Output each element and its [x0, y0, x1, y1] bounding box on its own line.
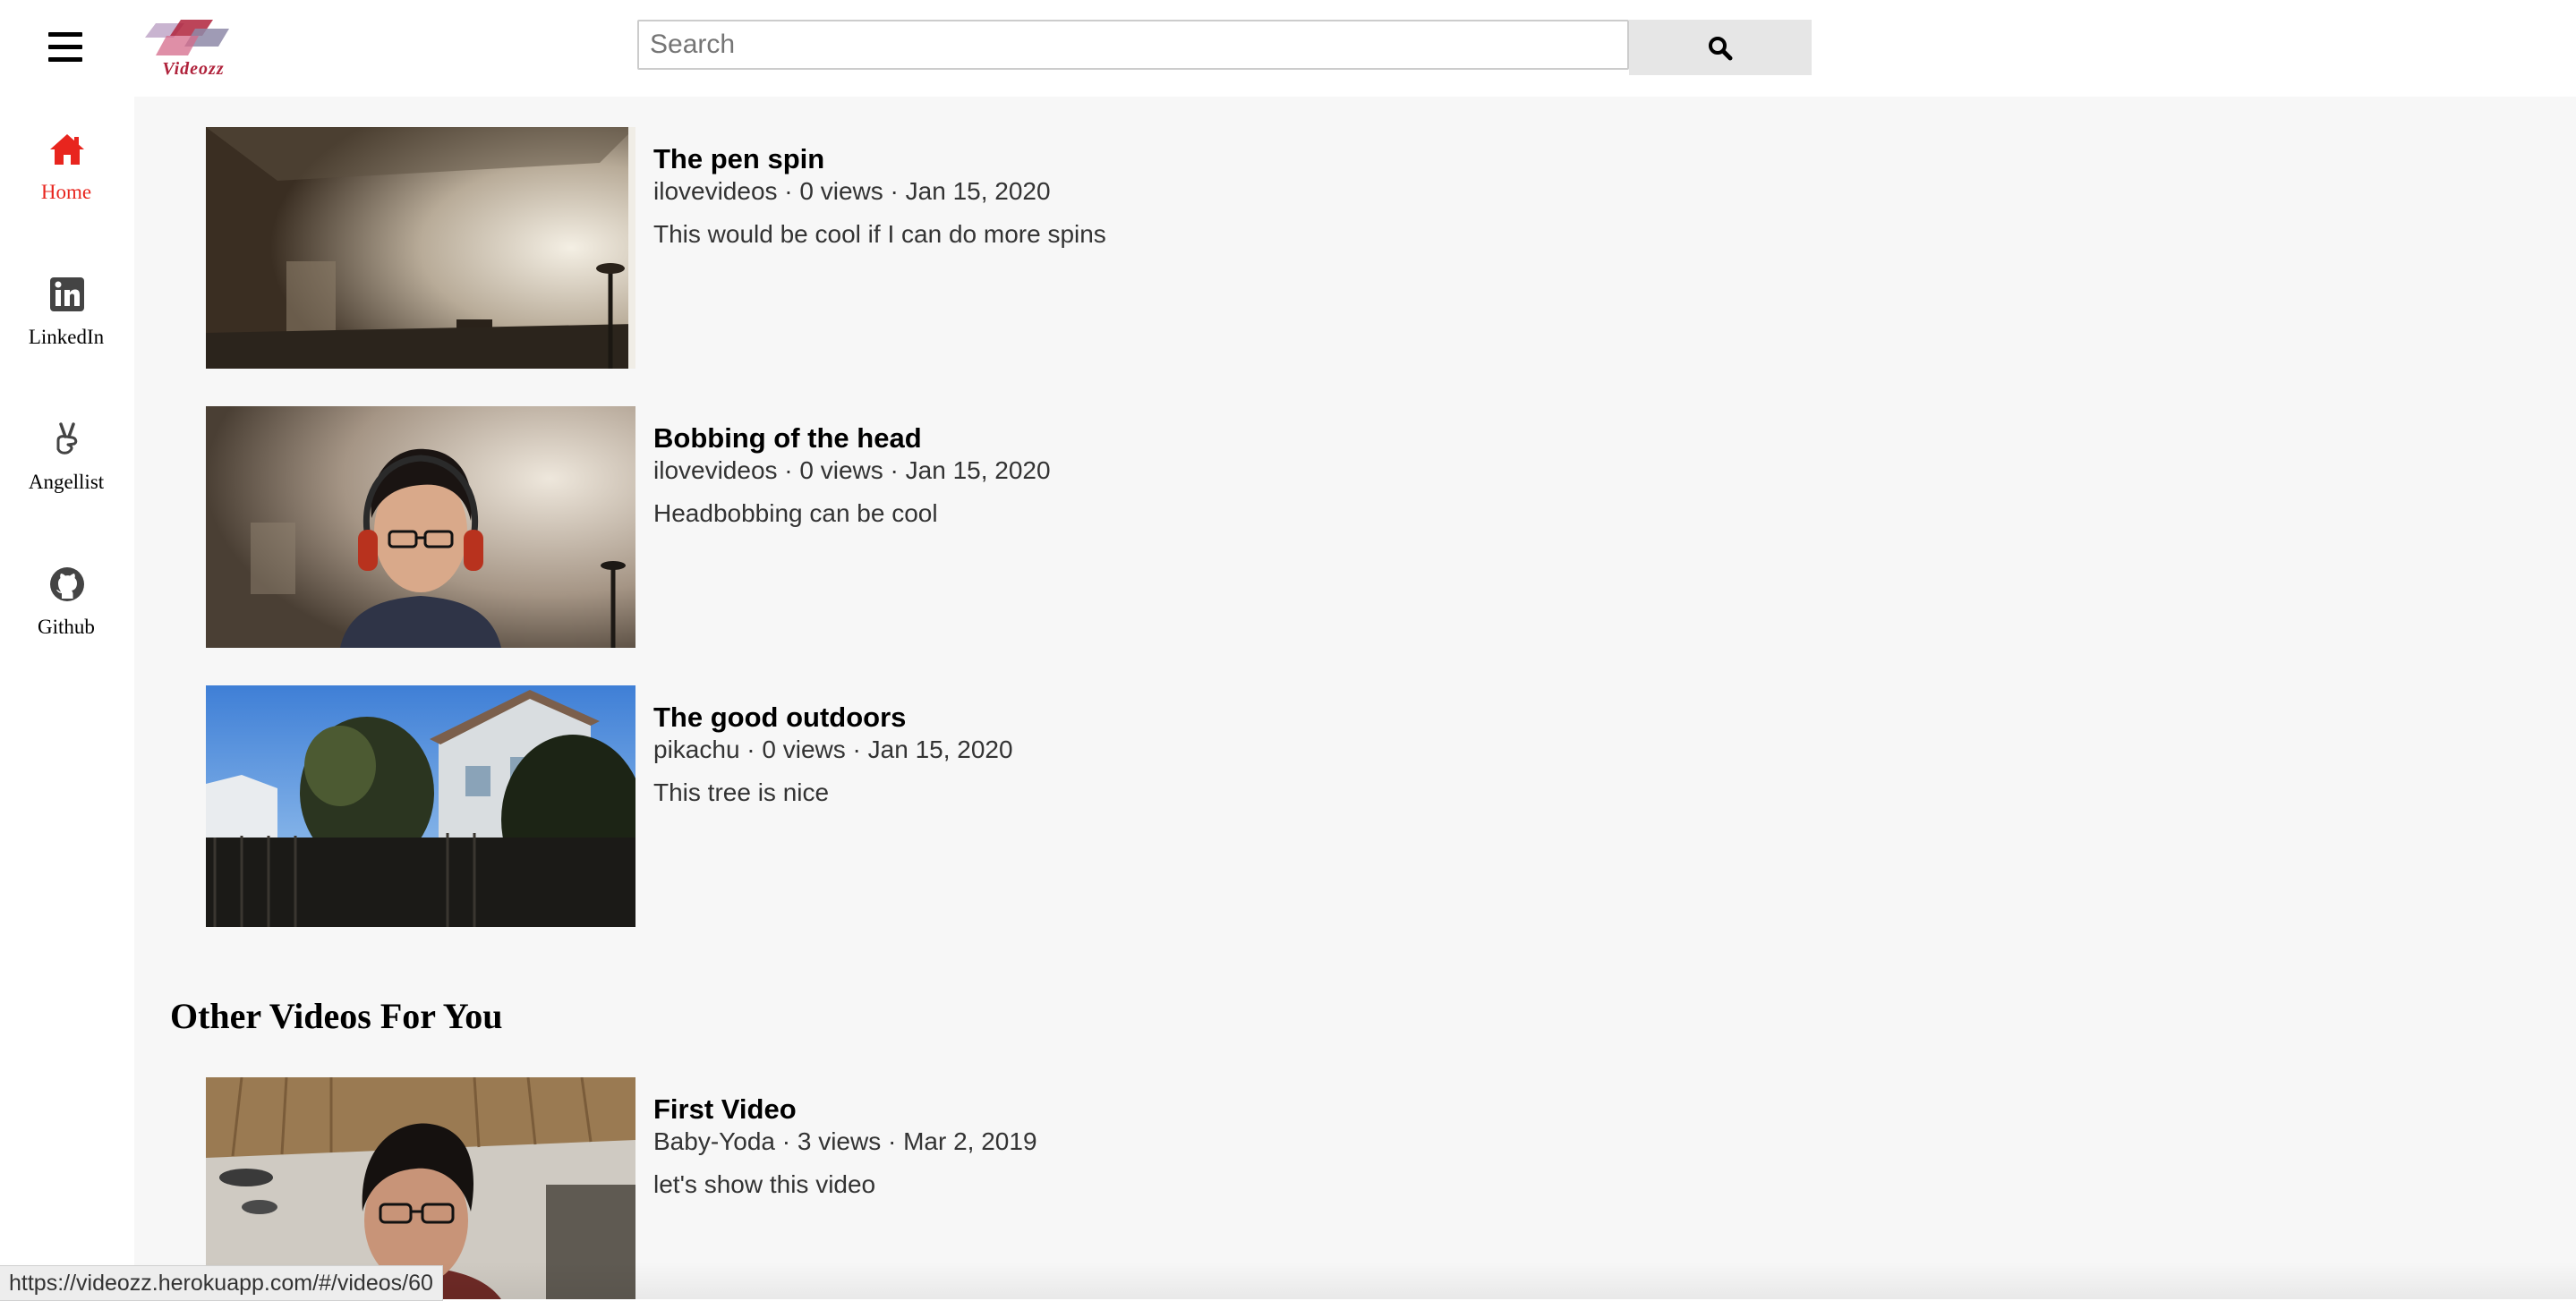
video-item[interactable]: The pen spin ilovevideos · 0 views · Jan… — [206, 127, 2354, 370]
video-thumbnail[interactable] — [206, 685, 635, 927]
video-thumbnail[interactable] — [206, 127, 635, 369]
video-title[interactable]: The pen spin — [653, 143, 824, 175]
logo-text: Videozz — [162, 59, 225, 79]
linkedin-icon — [50, 277, 84, 311]
sidebar-item-label: Angellist — [28, 471, 105, 493]
link-status-bar: https://videozz.herokuapp.com/#/videos/6… — [0, 1265, 443, 1301]
video-item[interactable]: The good outdoors pikachu · 0 views · Ja… — [206, 685, 2354, 929]
logo-mark-icon — [145, 20, 229, 55]
video-title[interactable]: First Video — [653, 1093, 797, 1126]
github-icon — [50, 567, 84, 601]
video-meta: Baby-Yoda · 3 views · Mar 2, 2019 — [653, 1127, 1037, 1155]
search-input[interactable] — [637, 20, 1629, 70]
sidebar-item-github[interactable]: Github — [0, 565, 132, 682]
sidebar-item-angellist[interactable]: Angellist — [0, 421, 132, 537]
search-icon — [1709, 37, 1733, 61]
video-item[interactable]: First Video Baby-Yoda · 3 views · Mar 2,… — [206, 1077, 2354, 1299]
video-title[interactable]: Bobbing of the head — [653, 422, 922, 455]
search-button[interactable] — [1629, 20, 1812, 75]
top-bar: Videozz — [0, 0, 2576, 97]
video-description: This would be cool if I can do more spin… — [653, 220, 1106, 248]
main-content: The pen spin ilovevideos · 0 views · Jan… — [134, 97, 2576, 1299]
sidebar-item-label: LinkedIn — [28, 326, 105, 348]
video-meta: ilovevideos · 0 views · Jan 15, 2020 — [653, 456, 1051, 484]
angellist-icon — [56, 422, 78, 455]
sidebar-item-home[interactable]: Home — [0, 131, 132, 247]
sidebar-item-label: Github — [38, 616, 95, 638]
sidebar-item-linkedin[interactable]: LinkedIn — [0, 276, 132, 392]
sidebar: Home LinkedIn Angellist Github — [0, 97, 134, 1299]
video-meta: ilovevideos · 0 views · Jan 15, 2020 — [653, 177, 1051, 205]
video-meta: pikachu · 0 views · Jan 15, 2020 — [653, 736, 1013, 763]
hamburger-menu-icon[interactable] — [48, 32, 82, 63]
video-description: This tree is nice — [653, 778, 830, 806]
video-description: Headbobbing can be cool — [653, 499, 938, 527]
video-item[interactable]: Bobbing of the head ilovevideos · 0 view… — [206, 406, 2354, 650]
video-thumbnail[interactable] — [206, 406, 635, 648]
sidebar-item-label: Home — [40, 181, 92, 203]
videozz-logo[interactable]: Videozz — [140, 16, 247, 79]
section-heading: Other Videos For You — [170, 996, 503, 1036]
home-icon — [50, 134, 84, 165]
video-description: let's show this video — [653, 1170, 876, 1198]
video-title[interactable]: The good outdoors — [653, 702, 906, 734]
